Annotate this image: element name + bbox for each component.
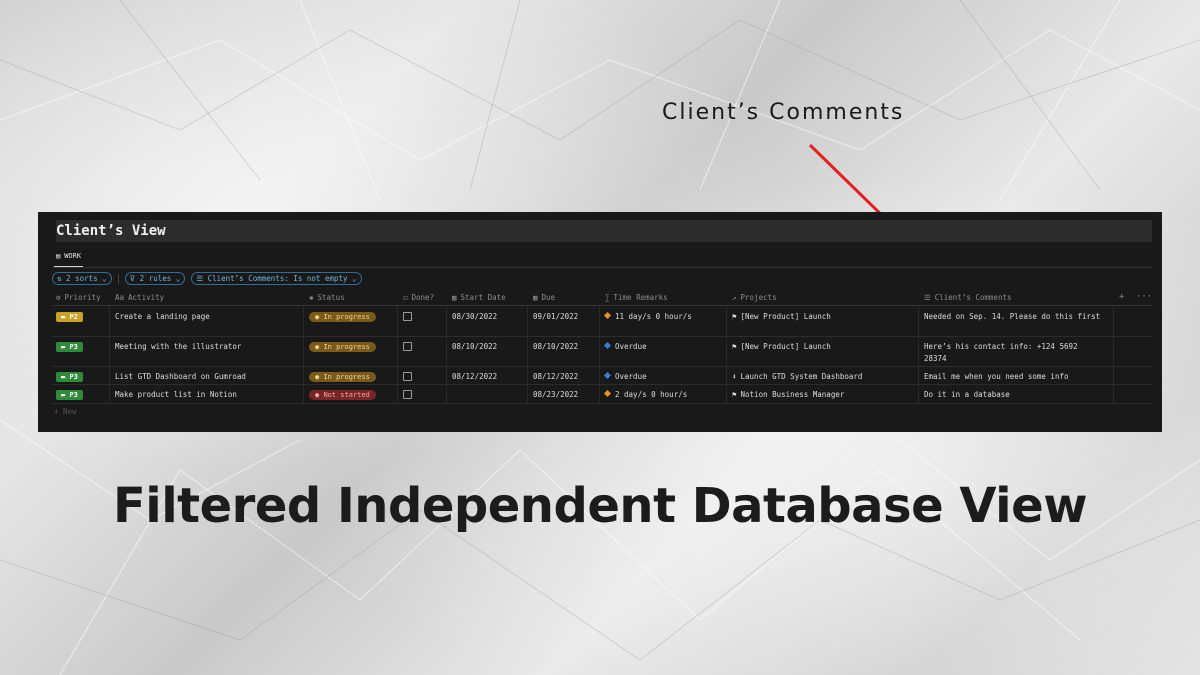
table-icon: ▤ xyxy=(56,252,61,260)
headline: Filtered Independent Database View xyxy=(112,478,1088,534)
time-remarks-cell[interactable]: 2 day/s 0 hour/s xyxy=(603,389,687,401)
column-header-priority[interactable]: ⚙ Priority xyxy=(56,293,101,302)
status-icon: ✺ xyxy=(309,293,314,302)
status-badge[interactable]: ● Not started xyxy=(309,390,376,400)
tab-label: WORK xyxy=(64,252,82,260)
column-divider xyxy=(918,305,919,404)
priority-tag[interactable]: ▬ P3 xyxy=(56,372,83,382)
done-checkbox[interactable] xyxy=(403,372,412,381)
flag-icon: ⚑ xyxy=(732,312,737,321)
row-divider xyxy=(52,336,1152,337)
client-comment-cell[interactable]: Needed on Sep. 14. Please do this first xyxy=(924,311,1104,323)
column-header-start-date[interactable]: ▦ Start Date xyxy=(452,293,506,302)
diamond-icon xyxy=(603,371,612,380)
column-divider xyxy=(446,305,447,404)
diamond-icon xyxy=(603,341,612,350)
tab-work[interactable]: ▤ WORK xyxy=(54,250,84,267)
checkbox-icon: ☑ xyxy=(403,293,408,302)
done-checkbox[interactable] xyxy=(403,390,412,399)
status-badge[interactable]: ● In progress xyxy=(309,372,376,382)
column-divider xyxy=(397,305,398,404)
comments-filter-chip[interactable]: ☰ Client’s Comments: Is not empty ⌄ xyxy=(191,272,362,285)
diamond-icon xyxy=(603,389,612,398)
diamond-icon xyxy=(603,311,612,320)
project-link[interactable]: ⬇ Launch GTD System Dashboard xyxy=(732,371,862,383)
column-divider xyxy=(303,305,304,404)
column-header-projects[interactable]: ↗ Projects xyxy=(732,293,777,302)
calendar-icon: ▦ xyxy=(533,293,538,302)
start-date-cell[interactable]: 08/30/2022 xyxy=(452,311,497,323)
start-date-cell[interactable]: 08/10/2022 xyxy=(452,341,497,353)
due-date-cell[interactable]: 09/01/2022 xyxy=(533,311,578,323)
client-comment-cell[interactable]: Do it in a database xyxy=(924,389,1104,401)
tab-divider xyxy=(52,267,1152,268)
start-date-cell[interactable]: 08/12/2022 xyxy=(452,371,497,383)
activity-cell[interactable]: List GTD Dashboard on Gumroad xyxy=(115,371,246,383)
due-date-cell[interactable]: 08/10/2022 xyxy=(533,341,578,353)
gear-icon: ⚙ xyxy=(56,293,61,302)
client-comment-cell[interactable]: Email me when you need some info xyxy=(924,371,1104,383)
priority-tag[interactable]: ▬ P2 xyxy=(56,312,83,322)
row-divider xyxy=(52,384,1152,385)
column-divider xyxy=(726,305,727,404)
download-icon: ⬇ xyxy=(732,372,737,381)
row-divider xyxy=(52,366,1152,367)
column-header-time-remarks[interactable]: ∑ Time Remarks xyxy=(605,293,668,302)
row-divider xyxy=(52,403,1152,404)
project-link[interactable]: ⚑ [New Product] Launch xyxy=(732,341,831,353)
column-header-status[interactable]: ✺ Status xyxy=(309,293,345,302)
flag-icon: ⚑ xyxy=(732,390,737,399)
filter-separator xyxy=(117,273,119,284)
project-link[interactable]: ⚑ Notion Business Manager xyxy=(732,389,844,401)
column-header-due[interactable]: ▦ Due xyxy=(533,293,555,302)
priority-tag[interactable]: ▬ P3 xyxy=(56,390,83,400)
text-icon: Aa xyxy=(115,293,125,302)
column-divider xyxy=(109,305,110,404)
database-view-panel: Client’s View ▤ WORK ⇅ 2 sorts ⌄ ⊽ 2 rule… xyxy=(38,212,1162,432)
activity-cell[interactable]: Create a landing page xyxy=(115,311,210,323)
flag-icon: ⚑ xyxy=(732,342,737,351)
due-date-cell[interactable]: 08/23/2022 xyxy=(533,389,578,401)
project-link[interactable]: ⚑ [New Product] Launch xyxy=(732,311,831,323)
activity-cell[interactable]: Make product list in Notion xyxy=(115,389,237,401)
more-options-icon[interactable]: ··· xyxy=(1136,292,1152,302)
activity-cell[interactable]: Meeting with the illustrator xyxy=(115,341,241,353)
new-row-button[interactable]: + New xyxy=(54,407,77,416)
done-checkbox[interactable] xyxy=(403,312,412,321)
column-header-activity[interactable]: Aa Activity xyxy=(115,293,164,302)
header-divider xyxy=(52,305,1152,306)
view-title: Client’s View xyxy=(56,220,1152,242)
sigma-icon: ∑ xyxy=(605,293,610,302)
calendar-icon: ▦ xyxy=(452,293,457,302)
column-header-done[interactable]: ☑ Done? xyxy=(403,293,434,302)
done-checkbox[interactable] xyxy=(403,342,412,351)
relation-arrow-icon: ↗ xyxy=(732,293,737,302)
time-remarks-cell[interactable]: 11 day/s 0 hour/s xyxy=(603,311,692,323)
sorts-chip[interactable]: ⇅ 2 sorts ⌄ xyxy=(52,272,112,285)
column-divider xyxy=(527,305,528,404)
client-comment-cell[interactable]: Here’s his contact info: +124 5692 28374 xyxy=(924,341,1104,365)
due-date-cell[interactable]: 08/12/2022 xyxy=(533,371,578,383)
column-divider xyxy=(599,305,600,404)
priority-tag[interactable]: ▬ P3 xyxy=(56,342,83,352)
status-badge[interactable]: ● In progress xyxy=(309,342,376,352)
column-divider xyxy=(1113,305,1114,404)
rules-chip[interactable]: ⊽ 2 rules ⌄ xyxy=(124,272,186,285)
add-column-icon[interactable]: + xyxy=(1119,292,1124,302)
time-remarks-cell[interactable]: Overdue xyxy=(603,371,647,383)
filter-bar: ⇅ 2 sorts ⌄ ⊽ 2 rules ⌄ ☰ Client’s Comme… xyxy=(52,272,362,285)
column-header-client-comments[interactable]: ☰ Client’s Comments xyxy=(924,293,1012,302)
status-badge[interactable]: ● In progress xyxy=(309,312,376,322)
lines-icon: ☰ xyxy=(924,293,931,302)
time-remarks-cell[interactable]: Overdue xyxy=(603,341,647,353)
